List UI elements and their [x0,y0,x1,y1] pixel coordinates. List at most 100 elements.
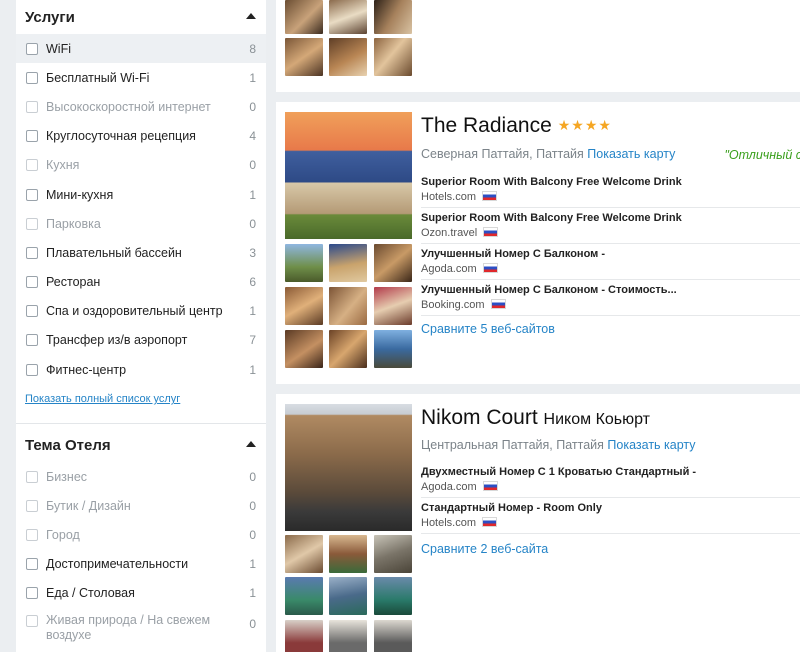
filter-checkbox [26,217,38,230]
hotel-photo-thumbnail[interactable] [374,620,412,652]
services-filter-list: WiFi 8 Бесплатный Wi-Fi 1 Высокоскоростной и… [16,34,266,384]
filter-option[interactable]: Ресторан 6 [16,268,266,297]
hotel-photo-thumbnail[interactable] [285,38,323,76]
filter-checkbox[interactable] [26,246,38,259]
filter-option: Кухня 0 [16,151,266,180]
russia-flag-icon [482,191,498,201]
price-offer-row[interactable]: Улучшенный Номер С Балконом - Стоимость.… [421,280,800,316]
filter-option: Живая природа / На свежем воздухе 0 [16,608,266,644]
filter-option[interactable]: Мини-кухня 1 [16,180,266,209]
filter-checkbox[interactable] [26,71,38,84]
hotel-name-link[interactable]: Nikom Court Ником Коьюрт [421,406,650,430]
price-offer-row[interactable]: Superior Room With Balcony Free Welcome … [421,208,800,244]
filter-option-count: 0 [249,498,256,513]
hotel-photo-thumbnail[interactable] [374,535,412,573]
filter-checkbox[interactable] [26,587,38,600]
filter-checkbox[interactable] [26,42,38,55]
filter-checkbox[interactable] [26,363,38,376]
filter-option-label: Круглосуточная рецепция [46,129,196,144]
filter-checkbox[interactable] [26,188,38,201]
filter-option[interactable]: Еда / Столовая 1 [16,579,266,608]
hotel-main-photo[interactable] [285,404,412,531]
hotel-name: The Radiance [421,114,552,137]
filter-option-count: 1 [249,362,256,377]
compare-sites-link[interactable]: Сравните 2 веб-сайта [421,542,548,556]
hotel-photo-thumbnail[interactable] [374,577,412,615]
hotel-photo-thumbnail[interactable] [329,287,367,325]
price-offer-row[interactable]: Стандартный Номер - Room Only Hotels.com [421,498,800,534]
filter-option[interactable]: Спа и оздоровительный центр 1 [16,297,266,326]
filter-option-count: 1 [249,586,256,601]
filter-checkbox [26,159,38,172]
hotel-photo-thumbnail[interactable] [285,244,323,282]
hotel-photo-thumbnail[interactable] [285,620,323,652]
filter-option: Парковка 0 [16,209,266,238]
filter-checkbox [26,528,38,541]
filter-checkbox[interactable] [26,305,38,318]
hotel-photo-thumbnail[interactable] [285,577,323,615]
price-offer-row[interactable]: Двухместный Номер С 1 Кроватью Стандартн… [421,462,800,498]
hotel-photo-thumbnail[interactable] [329,577,367,615]
filter-option-label: Бутик / Дизайн [46,498,131,513]
filter-option[interactable]: Трансфер из/в аэропорт 7 [16,326,266,355]
theme-filter-list: Бизнес 0 Бутик / Дизайн 0 Город 0 Достопримеча… [16,462,266,644]
services-filter-header[interactable]: Услуги [16,0,266,34]
collapse-caret-icon[interactable] [246,441,256,447]
filter-option-label: Плавательный бассейн [46,245,182,260]
hotel-name-link[interactable]: The Radiance ★★★★ [421,114,612,138]
hotel-photo-thumbnail[interactable] [329,535,367,573]
hotel-photo-thumbnail[interactable] [374,244,412,282]
filter-option[interactable]: WiFi 8 [16,34,266,64]
hotel-photo-thumbnail[interactable] [374,38,412,76]
show-map-link[interactable]: Показать карту [607,438,695,452]
offer-room-title: Superior Room With Balcony Free Welcome … [421,212,682,224]
filter-option-label: Парковка [46,216,101,231]
theme-filter-header[interactable]: Тема Отеля [16,428,266,462]
offer-site-name: Hotels.com [421,517,477,529]
price-offer-row[interactable]: Улучшенный Номер С Балконом - Agoda.com [421,244,800,280]
collapse-caret-icon[interactable] [246,13,256,19]
hotel-photo-thumbnail[interactable] [285,0,323,34]
filter-option[interactable]: Бесплатный Wi-Fi 1 [16,63,266,92]
russia-flag-icon [483,227,499,237]
offer-site-name: Ozon.travel [421,227,478,239]
offer-room-title: Улучшенный Номер С Балконом - Стоимость.… [421,284,677,296]
filter-checkbox [26,470,38,483]
hotel-photo-thumbnail[interactable] [329,244,367,282]
filter-checkbox[interactable] [26,334,38,347]
filter-checkbox[interactable] [26,276,38,289]
russia-flag-icon [482,481,498,491]
hotel-photo-thumbnail[interactable] [374,0,412,34]
hotel-photo-thumbnail[interactable] [285,330,323,368]
hotel-location-text: Северная Паттайя, Паттайя [421,147,584,161]
hotel-photo-thumbnail[interactable] [285,287,323,325]
star-rating-icon: ★★★★ [557,117,612,133]
review-rating-text: "Отличный с [724,148,800,162]
hotel-card-previous [276,0,800,92]
price-offer-row[interactable]: Superior Room With Balcony Free Welcome … [421,172,800,208]
filter-option-count: 1 [249,557,256,572]
hotel-main-photo[interactable] [285,112,412,239]
hotel-photo-thumbnail[interactable] [329,0,367,34]
filter-option[interactable]: Круглосуточная рецепция 4 [16,122,266,151]
show-all-services-link[interactable]: Показать полный список услуг [16,384,266,414]
hotel-photo-thumbnail[interactable] [329,38,367,76]
compare-sites-link[interactable]: Сравните 5 веб-сайтов [421,322,555,336]
hotel-photo-thumbnail[interactable] [374,330,412,368]
filter-option-label: Город [46,527,80,542]
filter-option[interactable]: Плавательный бассейн 3 [16,238,266,267]
filter-checkbox [26,499,38,512]
services-filter-title: Услуги [25,9,75,26]
filter-option[interactable]: Достопримечательности 1 [16,550,266,579]
filter-option[interactable]: Фитнес-центр 1 [16,355,266,384]
filter-checkbox[interactable] [26,130,38,143]
russia-flag-icon [482,263,498,273]
hotel-photo-thumbnail[interactable] [285,535,323,573]
hotel-photo-thumbnail[interactable] [329,330,367,368]
show-map-link[interactable]: Показать карту [587,147,675,161]
hotel-photo-thumbnail[interactable] [374,287,412,325]
hotel-photo-thumbnail[interactable] [329,620,367,652]
filter-option-count: 1 [249,187,256,202]
offer-room-title: Улучшенный Номер С Балконом - [421,248,605,260]
filter-checkbox[interactable] [26,558,38,571]
